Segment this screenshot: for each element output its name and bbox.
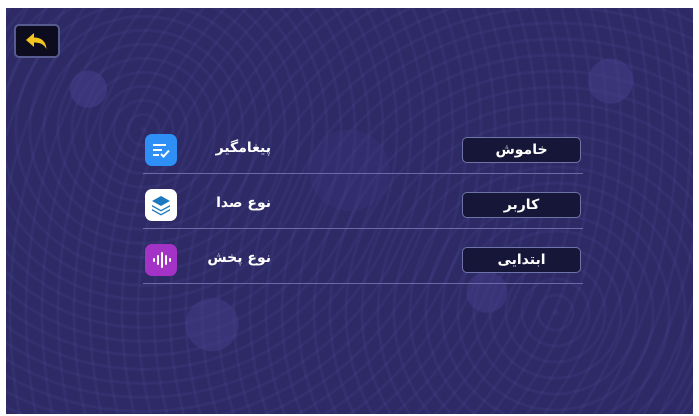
answering-machine-label: پیغامگیر bbox=[215, 140, 271, 156]
divider bbox=[143, 228, 583, 229]
sound-type-value-button[interactable]: کاربر bbox=[462, 192, 581, 218]
back-arrow-icon bbox=[26, 33, 47, 49]
playback-type-value-button[interactable]: ابتدایی bbox=[462, 247, 581, 273]
layers-icon bbox=[145, 189, 177, 221]
divider bbox=[143, 173, 583, 174]
playback-type-label: نوع پخش bbox=[207, 250, 271, 266]
waveform-icon bbox=[145, 244, 177, 276]
playback-type-row: نوع پخش ابتدایی bbox=[143, 240, 583, 284]
checklist-icon bbox=[145, 134, 177, 166]
sound-type-row: نوع صدا کاربر bbox=[143, 185, 583, 229]
answering-machine-row: پیغامگیر خاموش bbox=[143, 130, 583, 174]
back-button[interactable] bbox=[14, 24, 60, 58]
settings-screen: پیغامگیر خاموش نوع صدا کاربر نوع پخش ابت… bbox=[6, 8, 693, 414]
sound-type-label: نوع صدا bbox=[216, 195, 271, 211]
answering-machine-value-button[interactable]: خاموش bbox=[462, 137, 581, 163]
divider bbox=[143, 283, 583, 284]
